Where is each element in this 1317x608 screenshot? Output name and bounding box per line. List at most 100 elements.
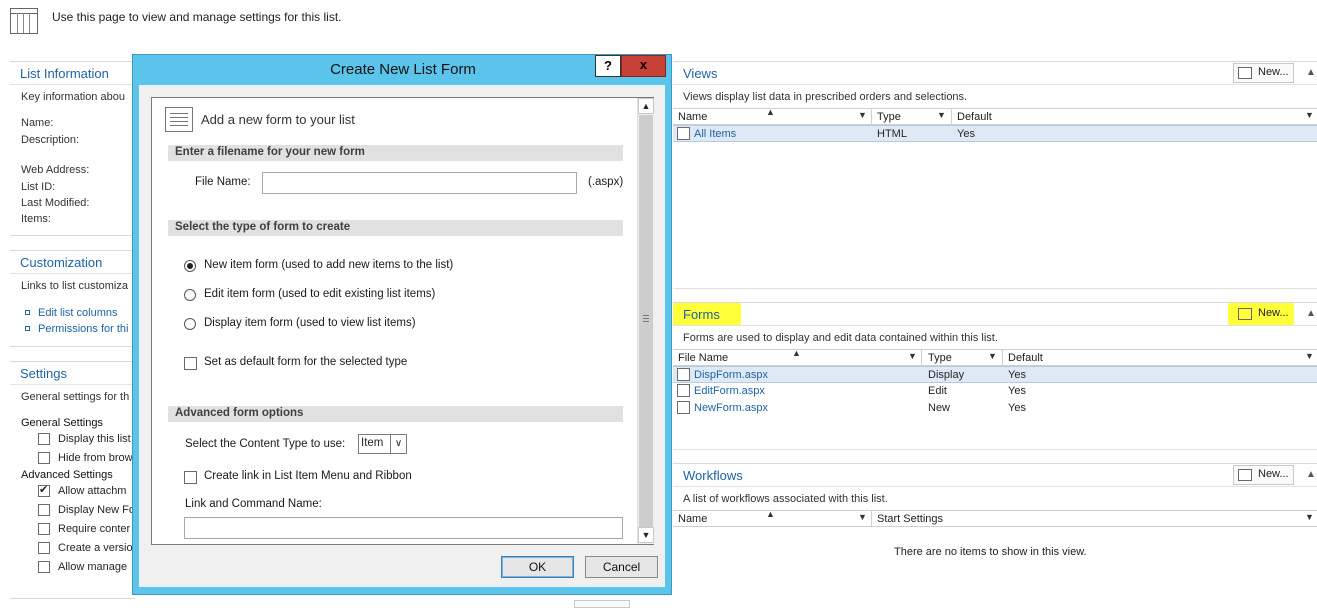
- create-version-checkbox[interactable]: [38, 542, 50, 554]
- edit-list-columns-link[interactable]: Edit list columns: [38, 307, 117, 319]
- form-default: Yes: [1008, 402, 1026, 414]
- forms-col-default[interactable]: Default: [1008, 352, 1043, 364]
- display-item-form-radio[interactable]: [184, 318, 196, 330]
- new-form-button[interactable]: New...: [1233, 304, 1294, 324]
- allow-attachments-checkbox[interactable]: [38, 483, 50, 497]
- view-icon: [677, 127, 690, 140]
- forms-col-filename[interactable]: File Name: [678, 352, 728, 364]
- display-item-form-label: Display item form (used to view list ite…: [204, 317, 416, 329]
- dialog-scrollbar[interactable]: ▲ ▼: [637, 98, 654, 544]
- collapse-chevron-icon[interactable]: ▲: [1306, 67, 1316, 78]
- new-item-form-radio[interactable]: [184, 260, 196, 272]
- allow-management-label: Allow manage: [58, 561, 128, 573]
- view-type: HTML: [877, 128, 907, 140]
- collapse-chevron-icon[interactable]: ▲: [1306, 469, 1316, 480]
- link-name-input[interactable]: [184, 517, 623, 539]
- settings-title: Settings: [20, 366, 67, 381]
- sort-asc-icon: ▲: [766, 107, 775, 117]
- permissions-link[interactable]: Permissions for thi: [38, 323, 128, 335]
- bullet-icon: [25, 310, 30, 315]
- hide-from-browser-checkbox[interactable]: [38, 452, 50, 464]
- create-version-label: Create a versio: [58, 542, 133, 554]
- filter-dropdown-icon[interactable]: ▼: [858, 110, 867, 120]
- new-form-label: New...: [1258, 307, 1289, 319]
- field-last-modified-label: Last Modified:: [21, 197, 90, 209]
- new-workflow-button[interactable]: New...: [1233, 465, 1294, 485]
- scroll-thumb[interactable]: [639, 115, 653, 527]
- display-list-checkbox[interactable]: [38, 433, 50, 445]
- view-name[interactable]: All Items: [694, 128, 736, 140]
- new-form-file-icon: [677, 401, 690, 414]
- forms-title: Forms: [683, 307, 720, 322]
- new-form-icon: [1238, 308, 1252, 320]
- scroll-up-icon[interactable]: ▲: [638, 98, 654, 114]
- view-row[interactable]: All Items HTML Yes: [673, 125, 1317, 142]
- form-row[interactable]: DispForm.aspx Display Yes: [673, 366, 1317, 383]
- content-type-select[interactable]: Item ∨: [358, 434, 407, 454]
- filter-dropdown-icon[interactable]: ▼: [908, 351, 917, 361]
- content-type-label: Select the Content Type to use:: [185, 438, 346, 450]
- close-button[interactable]: x: [621, 55, 666, 77]
- edit-item-form-label: Edit item form (used to edit existing li…: [204, 288, 436, 300]
- scroll-down-icon[interactable]: ▼: [638, 527, 654, 543]
- form-name[interactable]: NewForm.aspx: [694, 402, 768, 414]
- edit-form-icon: [677, 384, 690, 397]
- form-row[interactable]: EditForm.aspx Edit Yes: [673, 383, 1317, 400]
- allow-management-checkbox[interactable]: [38, 561, 50, 573]
- collapse-chevron-icon[interactable]: ▲: [1306, 308, 1316, 319]
- filter-dropdown-icon[interactable]: ▼: [1305, 512, 1314, 522]
- forms-col-type[interactable]: Type: [928, 352, 952, 364]
- filter-dropdown-icon[interactable]: ▼: [858, 512, 867, 522]
- settings-desc: General settings for th: [21, 391, 130, 403]
- filter-dropdown-icon[interactable]: ▼: [988, 351, 997, 361]
- field-web-address-label: Web Address:: [21, 164, 90, 176]
- new-item-form-label: New item form (used to add new items to …: [204, 259, 454, 271]
- forms-desc: Forms are used to display and edit data …: [683, 332, 998, 344]
- filter-dropdown-icon[interactable]: ▼: [937, 110, 946, 120]
- chevron-down-icon: ∨: [390, 435, 406, 453]
- create-link-checkbox[interactable]: [184, 471, 197, 484]
- form-type: Edit: [928, 385, 947, 397]
- customization-title: Customization: [20, 255, 103, 270]
- cancel-button[interactable]: Cancel: [585, 556, 658, 578]
- dialog-header: Add a new form to your list: [201, 112, 355, 127]
- workflows-title: Workflows: [683, 468, 743, 483]
- views-col-default[interactable]: Default: [957, 111, 992, 123]
- require-content-approval-checkbox[interactable]: [38, 523, 50, 535]
- form-icon: [165, 107, 193, 132]
- link-name-label: Link and Command Name:: [185, 498, 322, 510]
- require-content-approval-label: Require conter: [58, 523, 131, 535]
- workflows-grid-header: Name ▲ ▼ Start Settings ▼: [673, 509, 1317, 527]
- create-link-label: Create link in List Item Menu and Ribbon: [204, 470, 412, 482]
- new-workflow-label: New...: [1258, 468, 1289, 480]
- workflows-col-name[interactable]: Name: [678, 513, 707, 525]
- ok-button[interactable]: OK: [501, 556, 574, 578]
- edit-item-form-radio[interactable]: [184, 289, 196, 301]
- filename-section-heading: Enter a filename for your new form: [168, 145, 623, 161]
- workflows-empty-message: There are no items to show in this view.: [894, 546, 1087, 558]
- form-row[interactable]: NewForm.aspx New Yes: [673, 400, 1317, 417]
- display-list-label: Display this list: [58, 433, 131, 445]
- general-settings-heading: General Settings: [21, 417, 103, 429]
- content-type-value: Item: [361, 437, 384, 449]
- filter-dropdown-icon[interactable]: ▼: [1305, 110, 1314, 120]
- views-col-type[interactable]: Type: [877, 111, 901, 123]
- file-extension-label: (.aspx): [588, 176, 624, 188]
- display-new-folder-checkbox[interactable]: [38, 504, 50, 516]
- advanced-settings-heading: Advanced Settings: [21, 469, 113, 481]
- form-type: New: [928, 402, 951, 414]
- field-list-id-label: List ID:: [21, 181, 56, 193]
- display-form-icon: [677, 368, 690, 381]
- workflows-col-start-settings[interactable]: Start Settings: [877, 513, 943, 525]
- set-default-form-checkbox[interactable]: [184, 357, 197, 370]
- partial-button[interactable]: [574, 600, 630, 608]
- filter-dropdown-icon[interactable]: ▼: [1305, 351, 1314, 361]
- views-col-name[interactable]: Name: [678, 111, 707, 123]
- help-button[interactable]: ?: [595, 55, 621, 77]
- form-name[interactable]: EditForm.aspx: [694, 385, 765, 397]
- form-name[interactable]: DispForm.aspx: [694, 369, 768, 381]
- hide-from-browser-label: Hide from brow: [58, 452, 133, 464]
- new-view-button[interactable]: New...: [1233, 63, 1294, 83]
- file-name-input[interactable]: [262, 172, 577, 194]
- allow-attachments-label: Allow attachm: [58, 485, 127, 497]
